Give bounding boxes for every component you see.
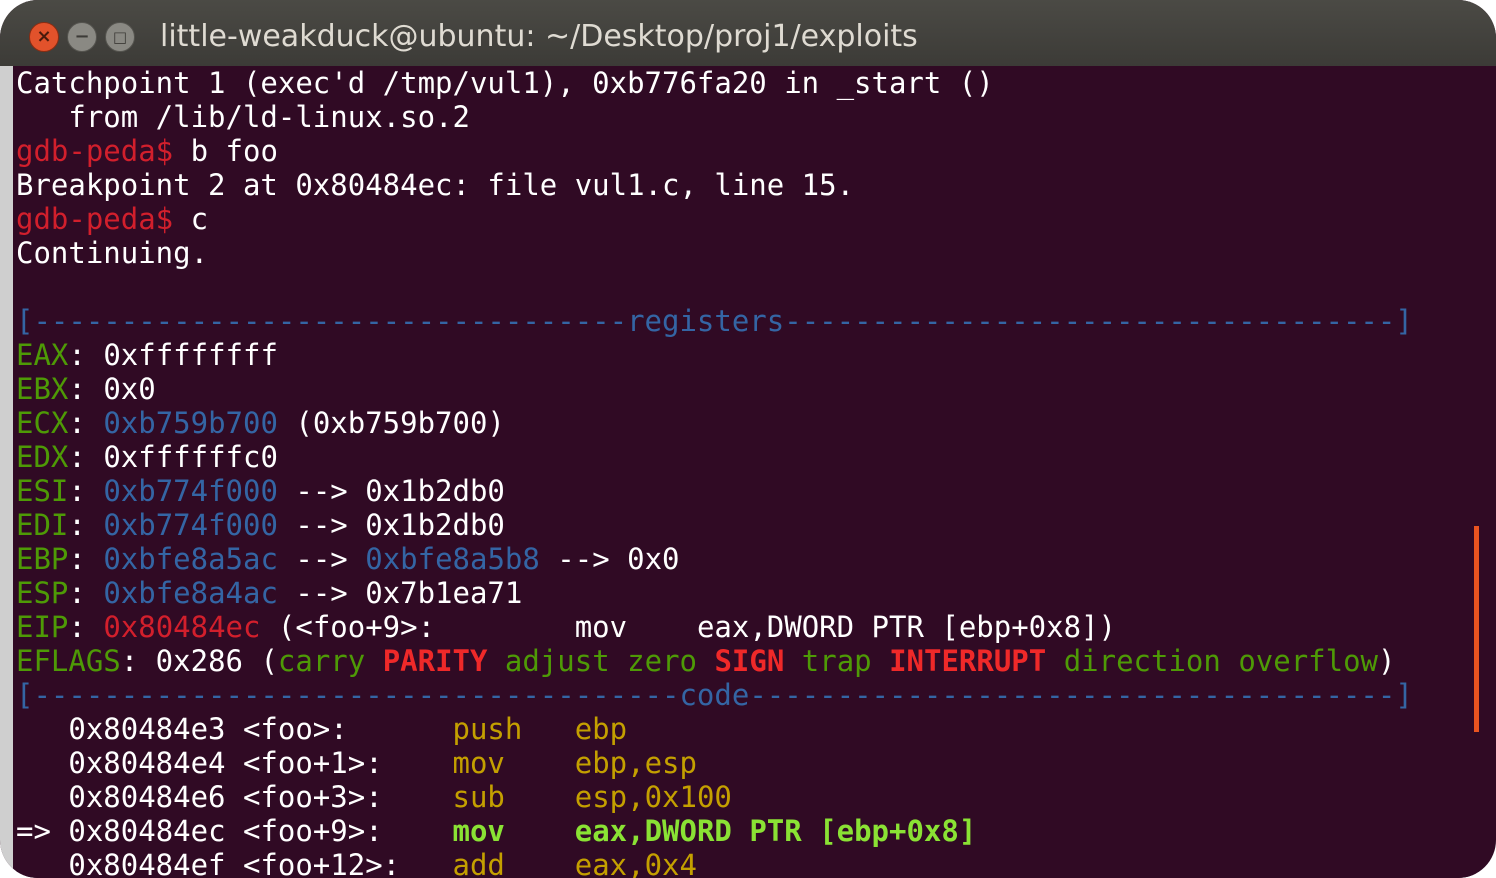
prompt: gdb-peda$ bbox=[16, 134, 174, 168]
minimize-button[interactable]: − bbox=[67, 22, 97, 52]
register-eax: EAX: 0xffffffff bbox=[16, 338, 278, 372]
catchpoint-line: Catchpoint 1 (exec'd /tmp/vul1), 0xb776f… bbox=[16, 66, 994, 100]
code-line: 0x80484e4 <foo+1>: mov ebp,esp bbox=[16, 746, 697, 780]
register-ecx: ECX: 0xb759b700 (0xb759b700) bbox=[16, 406, 505, 440]
continuing-line: Continuing. bbox=[16, 236, 209, 270]
current-arrow: => bbox=[16, 814, 69, 848]
launcher-edge bbox=[0, 66, 13, 878]
close-icon: × bbox=[36, 26, 52, 47]
close-button[interactable]: × bbox=[29, 22, 59, 52]
command-line: gdb-peda$ c bbox=[16, 202, 209, 236]
register-eip: EIP: 0x80484ec (<foo+9>: mov eax,DWORD P… bbox=[16, 610, 1116, 644]
register-edi: EDI: 0xb774f000 --> 0x1b2db0 bbox=[16, 508, 505, 542]
prompt: gdb-peda$ bbox=[16, 202, 174, 236]
code-line: 0x80484e6 <foo+3>: sub esp,0x100 bbox=[16, 780, 732, 814]
maximize-icon: □ bbox=[112, 27, 128, 46]
breakpoint-line: Breakpoint 2 at 0x80484ec: file vul1.c, … bbox=[16, 168, 855, 202]
register-esp: ESP: 0xbfe8a4ac --> 0x7b1ea71 bbox=[16, 576, 523, 610]
command-line: gdb-peda$ b foo bbox=[16, 134, 278, 168]
minimize-icon: − bbox=[74, 26, 90, 47]
code-line: 0x80484e3 <foo>: push ebp bbox=[16, 712, 628, 746]
title-bar[interactable]: × − □ little-weakduck@ubuntu: ~/Desktop/… bbox=[0, 0, 1496, 66]
registers-header: [----------------------------------regis… bbox=[16, 304, 1413, 338]
register-ebp: EBP: 0xbfe8a5ac --> 0xbfe8a5b8 --> 0x0 bbox=[16, 542, 680, 576]
scrollbar[interactable] bbox=[1474, 526, 1479, 732]
maximize-button[interactable]: □ bbox=[105, 22, 135, 52]
current-instruction-line: => 0x80484ec <foo+9>: mov eax,DWORD PTR … bbox=[16, 814, 977, 848]
window-title: little-weakduck@ubuntu: ~/Desktop/proj1/… bbox=[160, 19, 918, 54]
register-ebx: EBX: 0x0 bbox=[16, 372, 156, 406]
register-eflags: EFLAGS: 0x286 (carry PARITY adjust zero … bbox=[16, 644, 1396, 678]
code-header: [-------------------------------------co… bbox=[16, 678, 1413, 712]
register-edx: EDX: 0xffffffc0 bbox=[16, 440, 278, 474]
register-esi: ESI: 0xb774f000 --> 0x1b2db0 bbox=[16, 474, 505, 508]
code-line: 0x80484ef <foo+12>: add eax,0x4 bbox=[16, 848, 697, 878]
catchpoint-from-line: from /lib/ld-linux.so.2 bbox=[16, 100, 470, 134]
terminal-output[interactable]: Catchpoint 1 (exec'd /tmp/vul1), 0xb776f… bbox=[16, 66, 1476, 878]
terminal-window: × − □ little-weakduck@ubuntu: ~/Desktop/… bbox=[0, 0, 1496, 878]
